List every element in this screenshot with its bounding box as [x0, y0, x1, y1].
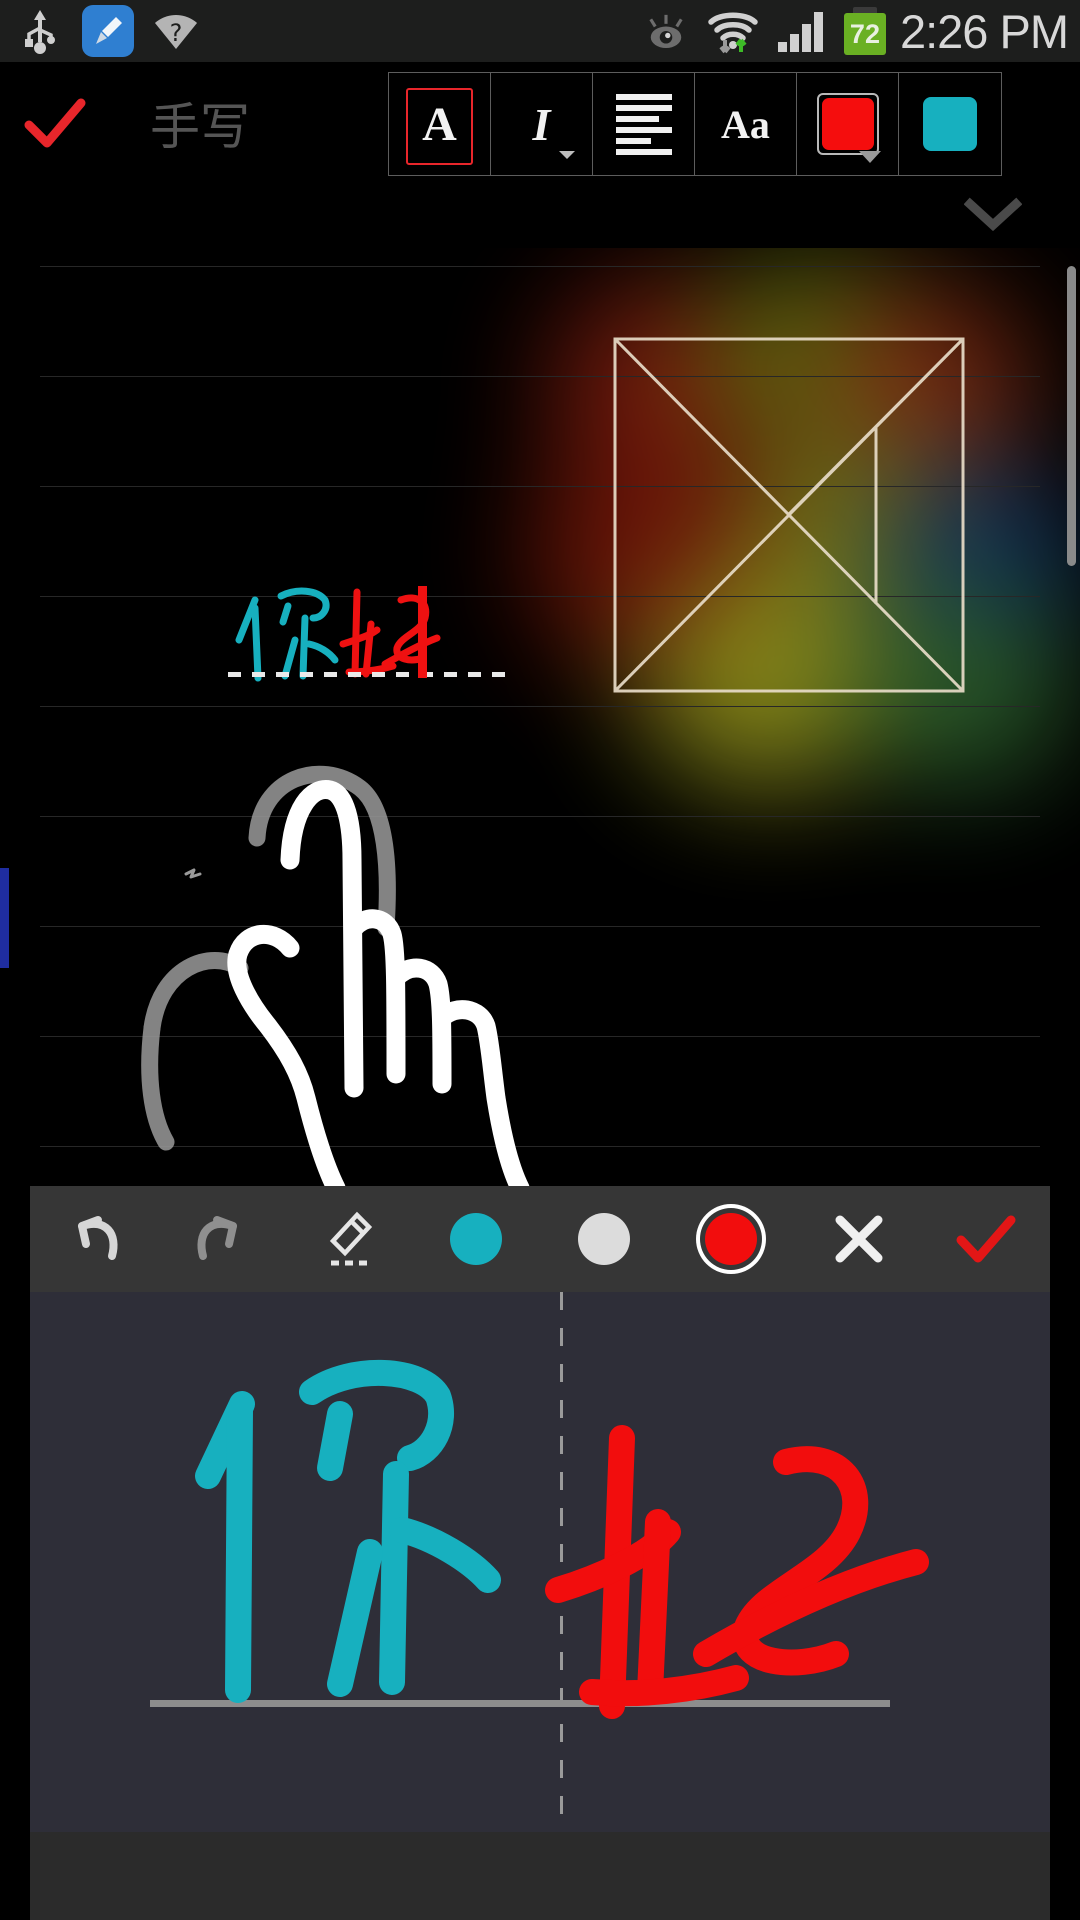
- vertical-scrollbar[interactable]: [1067, 266, 1076, 566]
- cyan-color-dot: [450, 1213, 503, 1265]
- handwriting-strokes: [195, 1359, 929, 1719]
- redo-button[interactable]: [158, 1186, 286, 1292]
- usb-icon: [14, 5, 66, 57]
- text-color-button[interactable]: [797, 73, 899, 175]
- close-icon: [835, 1215, 883, 1263]
- accept-button[interactable]: [923, 1186, 1051, 1292]
- font-size-aa-icon: Aa: [721, 101, 770, 147]
- align-button[interactable]: [593, 73, 695, 175]
- align-left-icon: [615, 93, 672, 155]
- hand-pointing-sketch[interactable]: [90, 628, 690, 1186]
- undo-button[interactable]: [30, 1186, 158, 1292]
- eraser-icon: [329, 1211, 372, 1266]
- red-color-swatch: [821, 98, 874, 150]
- clock-label: 2:26 PM: [899, 4, 1069, 58]
- screen-root: ? 72 2:26 PM 手写 A I Aa: [0, 0, 1080, 1920]
- selection-outline: [406, 88, 473, 165]
- redo-icon: [197, 1216, 238, 1260]
- color-cyan-button[interactable]: [413, 1186, 541, 1292]
- italic-button[interactable]: I: [491, 73, 593, 175]
- font-size-button[interactable]: Aa: [695, 73, 797, 175]
- battery-percent-label: 72: [849, 18, 880, 49]
- smart-stay-eye-icon: [640, 5, 692, 57]
- cellular-signal-icon: [774, 5, 832, 57]
- page-title: 手写: [150, 98, 250, 156]
- eraser-button[interactable]: [285, 1186, 413, 1292]
- chevron-down-icon[interactable]: [963, 196, 1023, 237]
- bottom-left-filler: [0, 1832, 30, 1920]
- cyan-color-swatch: [923, 97, 977, 151]
- chevron-down-small-icon: [559, 151, 575, 159]
- toolbar-collapse-strip: [0, 184, 1080, 248]
- app-cleaner-icon: [82, 5, 134, 57]
- color-swatch-frame: [816, 93, 881, 163]
- page-side-marker: [0, 868, 9, 968]
- color-white-button[interactable]: [540, 1186, 668, 1292]
- status-bar-right-icons: 72 2:26 PM: [640, 5, 1080, 57]
- highlight-color-button[interactable]: [899, 73, 1001, 175]
- note-canvas[interactable]: [0, 248, 1080, 1186]
- wifi-signal-icon: [702, 5, 764, 57]
- status-bar: ? 72 2:26 PM: [0, 0, 1080, 62]
- handwriting-input-pad[interactable]: [30, 1292, 1050, 1832]
- app-bar: 手写 A I Aa: [0, 62, 1080, 184]
- cancel-button[interactable]: [795, 1186, 923, 1292]
- confirm-button[interactable]: [0, 62, 110, 184]
- swatch-caret-icon: [858, 151, 881, 163]
- italic-t-icon: I: [532, 98, 551, 150]
- undo-icon: [77, 1216, 118, 1260]
- battery-icon: 72: [842, 7, 888, 55]
- drawing-toolstrip: [30, 1186, 1050, 1292]
- status-bar-left-icons: ?: [0, 5, 202, 57]
- text-style-button[interactable]: A: [389, 73, 491, 175]
- check-icon: [956, 1215, 1016, 1263]
- bottom-right-filler: [1050, 1832, 1080, 1920]
- wifi-question-icon: ?: [150, 5, 202, 57]
- white-color-dot: [577, 1213, 630, 1265]
- color-red-button[interactable]: [668, 1186, 796, 1292]
- bottom-bar: [30, 1832, 1050, 1920]
- red-color-dot-selected: [705, 1213, 758, 1265]
- text-format-toolbar: A I Aa: [388, 72, 1002, 176]
- svg-text:?: ?: [170, 19, 183, 47]
